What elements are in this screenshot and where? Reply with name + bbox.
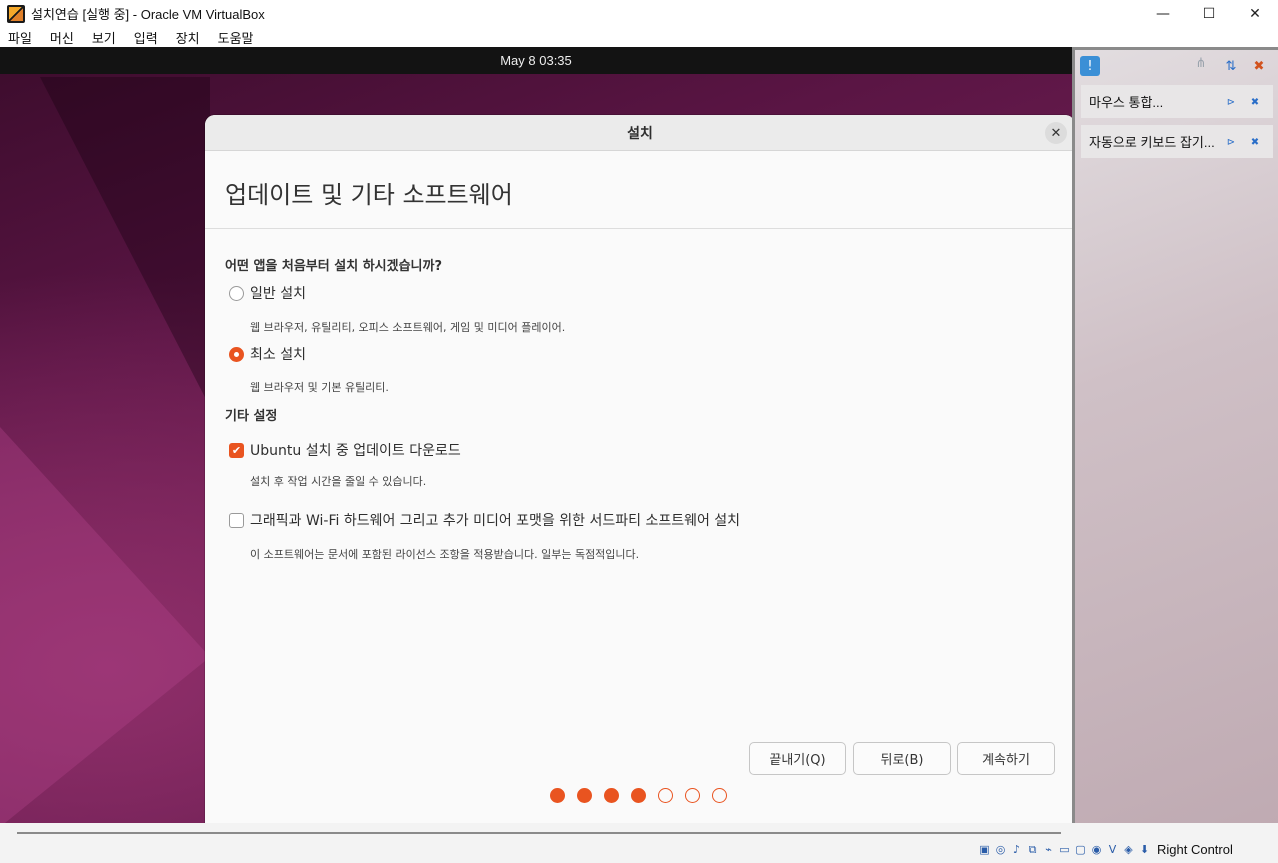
menu-view[interactable]: 보기: [92, 28, 116, 47]
guest-screen[interactable]: May 8 03:35 설치 ✕ 업데이트 및 기타 소프트웨어 어떤 앱을 처…: [0, 47, 1072, 823]
network-tree-icon[interactable]: ⋔: [1191, 53, 1211, 73]
window-controls: — ☐ ✕: [1140, 0, 1278, 27]
guest-clock[interactable]: May 8 03:35: [500, 53, 572, 68]
normal-install-description: 웹 브라우저, 유틸리티, 오피스 소프트웨어, 게임 및 미디어 플레이어.: [250, 321, 566, 334]
progress-dot: [712, 788, 727, 803]
usb-icon[interactable]: ⌁: [1041, 842, 1056, 857]
virtualbox-app-icon: [7, 4, 25, 23]
menu-machine[interactable]: 머신: [50, 28, 74, 47]
back-button[interactable]: 뒤로(B): [853, 742, 951, 775]
status-divider: [17, 832, 1061, 834]
minimal-install-option[interactable]: 최소 설치: [229, 344, 306, 364]
download-updates-option[interactable]: ✔ Ubuntu 설치 중 업데이트 다운로드: [229, 440, 461, 460]
status-icons: ▣ ◎ ♪ ⧉ ⌁ ▭ ▢ ◉ V ◈ ⬇ Right Control: [977, 842, 1233, 857]
recording-icon[interactable]: ◉: [1089, 842, 1104, 857]
dialog-title: 설치: [627, 125, 653, 142]
minimal-install-description: 웹 브라우저 및 기본 유틸리티.: [250, 381, 389, 394]
host-key-label[interactable]: Right Control: [1157, 842, 1233, 857]
notification-toolbar: ! ⋔ ⇅ ✖: [1075, 50, 1278, 82]
page-title: 업데이트 및 기타 소프트웨어: [225, 181, 513, 209]
third-party-checkbox[interactable]: [229, 512, 244, 528]
download-updates-description: 설치 후 작업 시간을 줄일 수 있습니다.: [250, 475, 427, 488]
continue-button[interactable]: 계속하기: [957, 742, 1055, 775]
menu-help[interactable]: 도움말: [218, 28, 254, 47]
guest-top-bar: May 8 03:35: [0, 47, 1072, 74]
close-all-icon[interactable]: ✖: [1249, 56, 1269, 76]
optical-drive-icon[interactable]: ◎: [993, 842, 1008, 857]
status-bar: ▣ ◎ ♪ ⧉ ⌁ ▭ ▢ ◉ V ◈ ⬇ Right Control: [0, 823, 1278, 863]
close-window-button[interactable]: ✕: [1232, 0, 1278, 27]
notification-center-icon[interactable]: !: [1080, 56, 1100, 76]
divider: [205, 228, 1072, 229]
dont-show-again-icon[interactable]: ⊳: [1224, 95, 1238, 109]
sort-icon[interactable]: ⇅: [1221, 56, 1241, 76]
audio-icon[interactable]: ♪: [1009, 842, 1024, 857]
normal-install-label[interactable]: 일반 설치: [250, 283, 306, 303]
normal-install-radio[interactable]: [229, 285, 244, 301]
window-title: 설치연습 [실행 중] - Oracle VM VirtualBox: [31, 7, 265, 22]
third-party-option[interactable]: 그래픽과 Wi-Fi 하드웨어 그리고 추가 미디어 포맷을 위한 서드파티 소…: [229, 510, 740, 530]
menu-devices[interactable]: 장치: [176, 28, 200, 47]
shared-folder-icon[interactable]: ▭: [1057, 842, 1072, 857]
mouse-integration-icon[interactable]: ◈: [1121, 842, 1136, 857]
maximize-button[interactable]: ☐: [1186, 0, 1232, 27]
minimal-install-label[interactable]: 최소 설치: [250, 344, 306, 364]
third-party-label[interactable]: 그래픽과 Wi-Fi 하드웨어 그리고 추가 미디어 포맷을 위한 서드파티 소…: [250, 510, 740, 530]
progress-dot: [577, 788, 592, 803]
minimize-button[interactable]: —: [1140, 0, 1186, 27]
notification-keyboard-capture[interactable]: 자동으로 키보드 잡기... ⊳ ✖: [1081, 125, 1273, 158]
progress-dot: [631, 788, 646, 803]
network-icon[interactable]: ⧉: [1025, 842, 1040, 857]
third-party-description: 이 소프트웨어는 문서에 포함된 라이선스 조항을 적용받습니다. 일부는 독점…: [250, 548, 640, 561]
normal-install-option[interactable]: 일반 설치: [229, 283, 306, 303]
close-notification-icon[interactable]: ✖: [1248, 95, 1262, 109]
progress-dot: [550, 788, 565, 803]
menu-file[interactable]: 파일: [8, 28, 32, 47]
download-updates-label[interactable]: Ubuntu 설치 중 업데이트 다운로드: [250, 440, 461, 460]
virtualization-icon[interactable]: V: [1105, 842, 1120, 857]
dont-show-again-icon[interactable]: ⊳: [1224, 135, 1238, 149]
installer-dialog: 설치 ✕ 업데이트 및 기타 소프트웨어 어떤 앱을 처음부터 설치 하시겠습니…: [205, 115, 1072, 823]
notification-mouse-integration[interactable]: 마우스 통합... ⊳ ✖: [1081, 85, 1273, 118]
hard-disk-icon[interactable]: ▣: [977, 842, 992, 857]
minimal-install-radio[interactable]: [229, 346, 244, 362]
notification-text: 마우스 통합...: [1089, 95, 1164, 110]
close-icon: ✕: [1050, 125, 1062, 141]
progress-indicator: [550, 788, 739, 803]
wallpaper-shape: [0, 427, 210, 823]
notification-text: 자동으로 키보드 잡기...: [1089, 135, 1215, 150]
display-icon[interactable]: ▢: [1073, 842, 1088, 857]
install-type-question: 어떤 앱을 처음부터 설치 하시겠습니까?: [225, 259, 443, 274]
menu-input[interactable]: 입력: [134, 28, 158, 47]
dialog-close-button[interactable]: ✕: [1045, 122, 1067, 144]
other-settings-heading: 기타 설정: [225, 409, 278, 424]
progress-dot: [658, 788, 673, 803]
quit-button[interactable]: 끝내기(Q): [749, 742, 846, 775]
close-notification-icon[interactable]: ✖: [1248, 135, 1262, 149]
wallpaper-shape: [40, 77, 210, 407]
progress-dot: [685, 788, 700, 803]
menubar: 파일 머신 보기 입력 장치 도움말: [0, 27, 1278, 47]
keyboard-capture-icon[interactable]: ⬇: [1137, 842, 1152, 857]
progress-dot: [604, 788, 619, 803]
window-titlebar: 설치연습 [실행 중] - Oracle VM VirtualBox — ☐ ✕: [0, 0, 1278, 27]
dialog-header: 설치 ✕: [205, 115, 1072, 151]
notification-center: ! ⋔ ⇅ ✖ 마우스 통합... ⊳ ✖ 자동으로 키보드 잡기... ⊳ ✖: [1072, 47, 1278, 833]
download-updates-checkbox[interactable]: ✔: [229, 442, 244, 458]
